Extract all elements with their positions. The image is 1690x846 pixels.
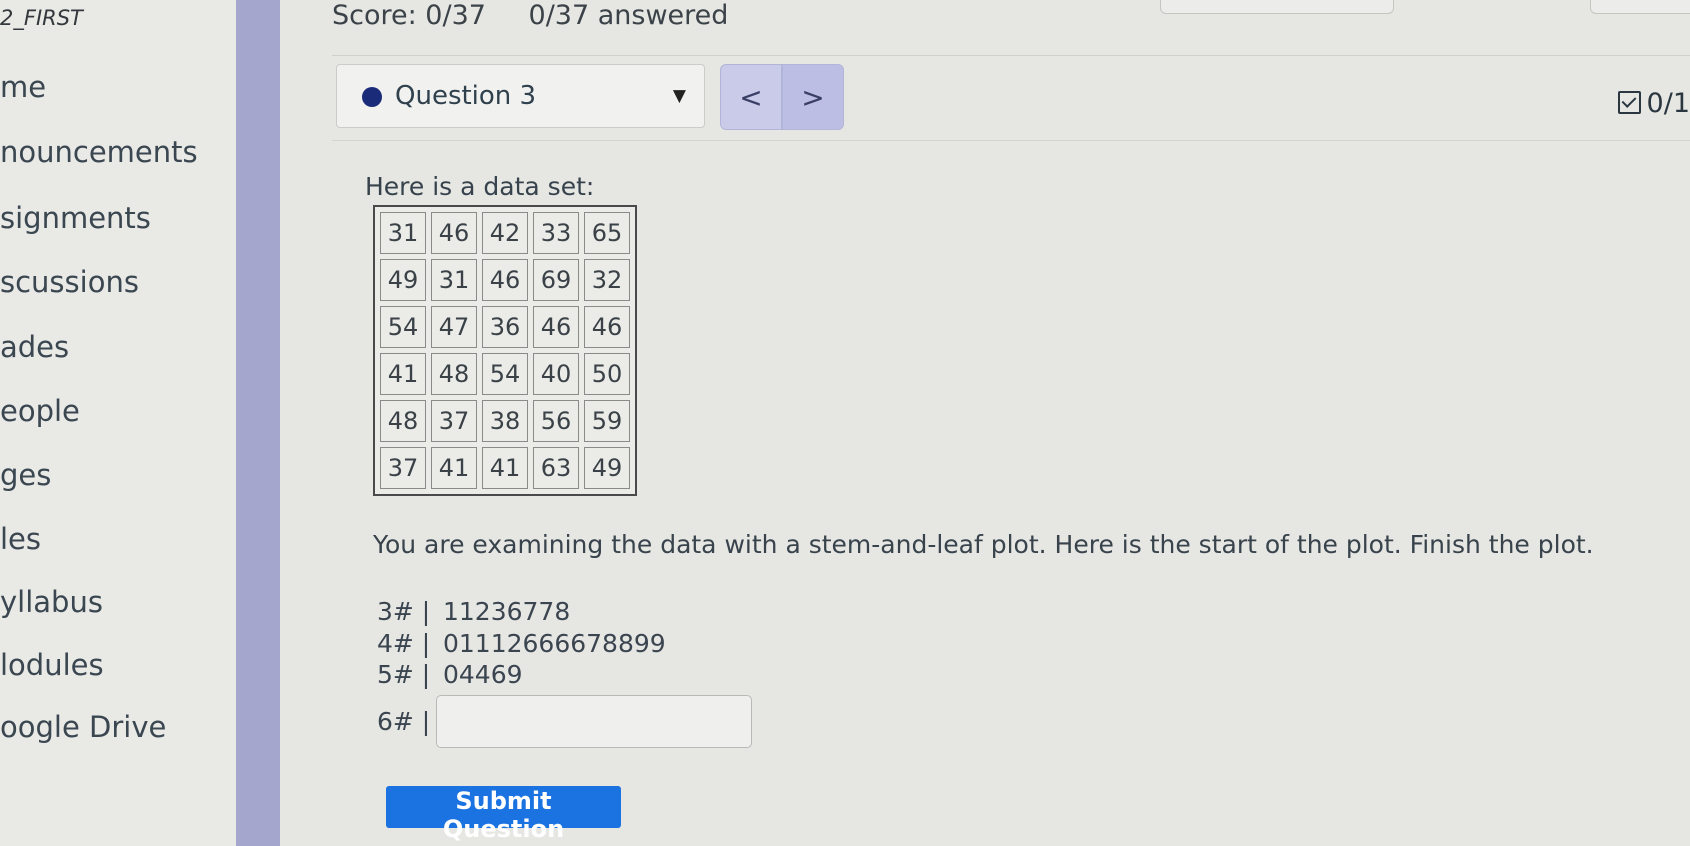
submit-question-button[interactable]: Submit Question <box>386 786 621 843</box>
data-cell: 48 <box>380 400 426 442</box>
assignment-area: Score: 0/37 0/37 answered Question 3 ▼ <… <box>280 0 1690 846</box>
leaf-values: 11236778 <box>443 597 571 626</box>
data-cell: 46 <box>584 306 630 348</box>
data-cell: 47 <box>431 306 477 348</box>
nav-item-files[interactable]: les <box>0 522 41 556</box>
leaf-values: 04469 <box>443 660 523 689</box>
data-cell: 46 <box>431 212 477 254</box>
data-cell: 36 <box>482 306 528 348</box>
data-cell: 46 <box>533 306 579 348</box>
data-cell: 56 <box>533 400 579 442</box>
data-cell: 41 <box>482 447 528 489</box>
question-select[interactable]: Question 3 ▼ <box>336 64 705 128</box>
data-cell: 54 <box>380 306 426 348</box>
data-row: 31 46 42 33 65 <box>380 212 630 254</box>
nav-item-pages[interactable]: ges <box>0 458 51 492</box>
data-row: 49 31 46 69 32 <box>380 259 630 301</box>
caret-down-icon: ▼ <box>672 86 686 106</box>
question-divider <box>332 140 1690 141</box>
data-cell: 37 <box>380 447 426 489</box>
course-title: 2_FIRST <box>0 6 83 30</box>
data-cell: 48 <box>431 353 477 395</box>
data-cell: 38 <box>482 400 528 442</box>
nav-item-grades[interactable]: ades <box>0 330 69 364</box>
stem-label: 3# | <box>377 597 431 626</box>
nav-item-assignments[interactable]: signments <box>0 201 151 235</box>
question-instruction: You are examining the data with a stem-a… <box>373 530 1594 559</box>
previous-question-button[interactable]: < <box>720 64 782 130</box>
data-cell: 50 <box>584 353 630 395</box>
content-frame-border <box>236 0 280 846</box>
stem-row-6: 6# | <box>377 707 443 736</box>
leaf-answer-input[interactable] <box>436 695 752 748</box>
nav-item-syllabus[interactable]: yllabus <box>0 585 103 619</box>
nav-item-discussions[interactable]: scussions <box>0 265 139 299</box>
nav-item-home[interactable]: me <box>0 70 46 104</box>
question-intro: Here is a data set: <box>365 172 595 201</box>
data-cell: 31 <box>431 259 477 301</box>
data-set-table: 31 46 42 33 65 49 31 46 69 32 54 47 36 46 46 41 48 54 40 50… <box>373 205 637 496</box>
data-cell: 37 <box>431 400 477 442</box>
score-text: Score: 0/37 <box>332 0 486 31</box>
data-row: 37 41 41 63 49 <box>380 447 630 489</box>
question-points: 0/1 <box>1617 88 1690 119</box>
course-nav: 2_FIRST me nouncements signments scussio… <box>0 0 238 846</box>
data-cell: 49 <box>584 447 630 489</box>
stem-label: 5# | <box>377 660 431 689</box>
stem-row-4: 4# | 01112666678899 <box>377 629 666 658</box>
answered-count: 0/37 answered <box>528 0 729 31</box>
data-cell: 41 <box>380 353 426 395</box>
question-status-dot-icon <box>362 87 382 107</box>
data-cell: 69 <box>533 259 579 301</box>
nav-item-announcements[interactable]: nouncements <box>0 135 198 169</box>
data-cell: 63 <box>533 447 579 489</box>
question-select-label: Question 3 <box>395 81 537 111</box>
question-points-value: 0/1 <box>1646 88 1690 119</box>
data-cell: 41 <box>431 447 477 489</box>
data-cell: 33 <box>533 212 579 254</box>
nav-item-people[interactable]: eople <box>0 394 80 428</box>
data-cell: 49 <box>380 259 426 301</box>
data-cell: 46 <box>482 259 528 301</box>
data-cell: 54 <box>482 353 528 395</box>
stem-label: 4# | <box>377 629 431 658</box>
data-row: 48 37 38 56 59 <box>380 400 630 442</box>
top-toolbar-button[interactable] <box>1160 0 1394 14</box>
data-cell: 65 <box>584 212 630 254</box>
stem-label: 6# | <box>377 707 431 736</box>
nav-item-modules[interactable]: lodules <box>0 648 104 682</box>
score-summary: Score: 0/37 0/37 answered <box>332 0 762 31</box>
leaf-values: 01112666678899 <box>443 629 666 658</box>
data-cell: 42 <box>482 212 528 254</box>
data-row: 54 47 36 46 46 <box>380 306 630 348</box>
checkbox-icon <box>1617 91 1641 114</box>
data-cell: 40 <box>533 353 579 395</box>
data-cell: 32 <box>584 259 630 301</box>
header-divider <box>332 55 1690 56</box>
stem-row-5: 5# | 04469 <box>377 660 523 689</box>
data-row: 41 48 54 40 50 <box>380 353 630 395</box>
data-cell: 31 <box>380 212 426 254</box>
top-toolbar-button-right[interactable] <box>1590 0 1690 14</box>
stem-row-3: 3# | 11236778 <box>377 597 570 626</box>
next-question-button[interactable]: > <box>782 64 844 130</box>
nav-item-google-drive[interactable]: oogle Drive <box>0 710 166 744</box>
data-cell: 59 <box>584 400 630 442</box>
